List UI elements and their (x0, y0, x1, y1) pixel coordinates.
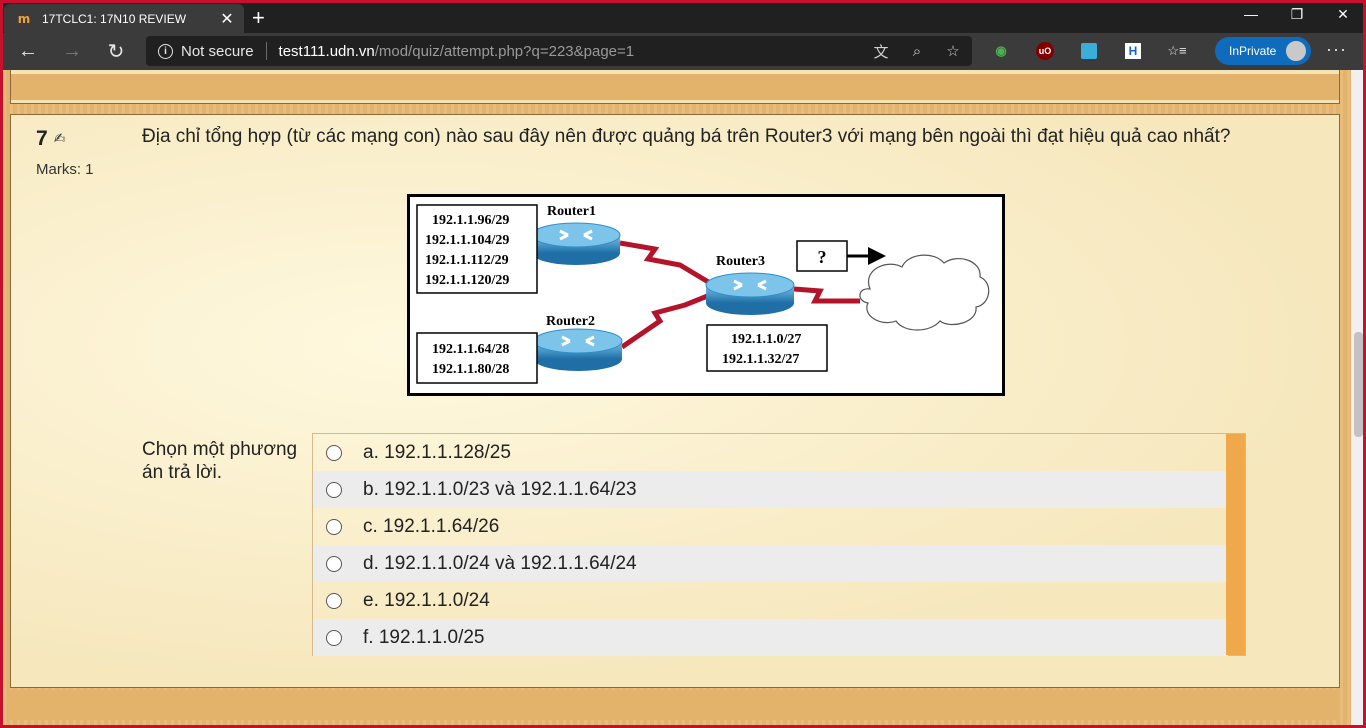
back-icon[interactable]: ← (6, 34, 50, 70)
answer-label[interactable]: a. 192.1.1.128/25 (363, 442, 511, 464)
extension-h-icon[interactable]: H (1118, 36, 1148, 66)
router1-net: 192.1.1.104/29 (425, 233, 509, 248)
url-path: /mod/quiz/attempt.php?q=223&page=1 (374, 42, 635, 60)
address-separator (265, 42, 267, 60)
browser-tab[interactable]: m 17TCLC1: 17N10 REVIEW ✕ (4, 4, 244, 33)
favorite-star-icon[interactable]: ☆ (942, 40, 964, 62)
answer-label[interactable]: f. 192.1.1.0/25 (363, 627, 485, 649)
router1-net: 192.1.1.112/29 (425, 253, 509, 268)
question-number-text: 7 (36, 127, 48, 150)
extension-map-icon[interactable] (1074, 36, 1104, 66)
previous-question-edge (10, 70, 1340, 104)
translate-icon[interactable]: 文 (870, 40, 892, 62)
answer-option-b[interactable]: b. 192.1.1.0/23 và 192.1.1.64/23 (313, 471, 1228, 508)
answer-label[interactable]: b. 192.1.1.0/23 và 192.1.1.64/23 (363, 479, 637, 501)
inprivate-button[interactable]: InPrivate (1215, 37, 1311, 65)
previous-question-footer (11, 74, 1339, 100)
tab-strip: m 17TCLC1: 17N10 REVIEW ✕ + — ❐ ✕ (0, 0, 1366, 33)
router3-icon (705, 272, 795, 315)
zoom-icon[interactable]: ⌕ (906, 40, 928, 62)
link-router2-router3 (620, 292, 711, 350)
forward-icon[interactable]: → (50, 34, 94, 70)
router3-label: Router3 (716, 254, 765, 269)
edit-flag-icon[interactable]: ✍ (54, 131, 66, 147)
address-bar-actions: 文 ⌕ ☆ (870, 40, 964, 62)
router1-label: Router1 (547, 204, 596, 219)
favorites-icon[interactable]: ☆≡ (1162, 36, 1192, 66)
tab-title: 17TCLC1: 17N10 REVIEW (42, 11, 187, 26)
router3-net: 192.1.1.0/27 (731, 332, 801, 347)
network-diagram: Router1 Router2 Router3 ? 192.1.1.96/29 … (407, 194, 1005, 396)
page-scrollbar[interactable] (1351, 70, 1366, 725)
page-content: 7 ✍ Marks: 1 Địa chỉ tổng hợp (từ các mạ… (3, 70, 1351, 725)
router1-net: 192.1.1.96/29 (432, 213, 509, 228)
answer-option-d[interactable]: d. 192.1.1.0/24 và 192.1.1.64/24 (313, 545, 1228, 582)
router1-icon (531, 222, 621, 265)
url-host: test111.udn.vn (278, 42, 375, 60)
moodle-favicon-icon: m (17, 11, 31, 26)
arrow-head-icon (868, 247, 886, 265)
answer-option-c[interactable]: c. 192.1.1.64/26 (313, 508, 1228, 545)
link-router1-router3 (619, 240, 712, 286)
radio-button[interactable] (326, 518, 342, 535)
minimize-icon[interactable]: — (1228, 0, 1274, 28)
link-router3-cloud (793, 286, 860, 304)
answer-option-e[interactable]: e. 192.1.1.0/24 (313, 582, 1228, 619)
window-close-icon[interactable]: ✕ (1320, 0, 1366, 28)
router2-net: 192.1.1.80/28 (432, 362, 509, 377)
inprivate-label: InPrivate (1229, 44, 1277, 58)
router2-net: 192.1.1.64/28 (432, 342, 509, 357)
scrollbar-thumb[interactable] (1354, 332, 1363, 437)
answer-prompt: Chọn một phương án trả lời. (142, 439, 298, 483)
answers-accent-bar (1226, 434, 1245, 655)
close-tab-icon[interactable]: ✕ (216, 9, 238, 29)
ublock-icon[interactable]: uO (1030, 36, 1060, 66)
address-bar[interactable]: i Not secure test111.udn.vn /mod/quiz/at… (146, 36, 972, 66)
new-tab-icon[interactable]: + (252, 5, 265, 31)
answer-option-f[interactable]: f. 192.1.1.0/25 (313, 619, 1228, 656)
refresh-icon[interactable]: ↻ (94, 34, 138, 70)
restore-icon[interactable]: ❐ (1274, 0, 1320, 28)
router3-net: 192.1.1.32/27 (722, 352, 799, 367)
avatar (1284, 39, 1308, 63)
answer-options: a. 192.1.1.128/25 b. 192.1.1.0/23 và 192… (312, 433, 1246, 656)
router2-icon (533, 328, 623, 371)
info-icon[interactable]: i (158, 43, 173, 59)
browser-toolbar: ← → ↻ i Not secure test111.udn.vn /mod/q… (0, 33, 1366, 70)
router2-label: Router2 (546, 314, 595, 329)
radio-button[interactable] (326, 555, 342, 572)
extensions: ◉ uO H ☆≡ (986, 36, 1192, 66)
answer-label[interactable]: d. 192.1.1.0/24 và 192.1.1.64/24 (363, 553, 637, 575)
answer-label[interactable]: c. 192.1.1.64/26 (363, 516, 499, 538)
question-marks: Marks: 1 (36, 161, 94, 178)
radio-button[interactable] (326, 481, 342, 498)
radio-button[interactable] (326, 592, 342, 609)
radio-button[interactable] (326, 629, 342, 646)
answer-option-a[interactable]: a. 192.1.1.128/25 (313, 434, 1228, 471)
window-controls: — ❐ ✕ (1228, 0, 1366, 30)
question-text: Địa chỉ tổng hợp (từ các mạng con) nào s… (142, 126, 1231, 147)
question-number: 7 ✍ (36, 127, 65, 151)
more-menu-icon[interactable]: ··· (1326, 39, 1347, 60)
next-question-edge (10, 690, 1340, 720)
network-diagram-svg: Router1 Router2 Router3 ? 192.1.1.96/29 … (416, 204, 990, 384)
unknown-label: ? (818, 247, 827, 267)
not-secure-label: Not secure (181, 42, 254, 60)
question-container: 7 ✍ Marks: 1 Địa chỉ tổng hợp (từ các mạ… (10, 114, 1340, 688)
internet-cloud-icon (859, 254, 990, 331)
answer-label[interactable]: e. 192.1.1.0/24 (363, 590, 490, 612)
extension-globe-icon[interactable]: ◉ (986, 36, 1016, 66)
router1-net: 192.1.1.120/29 (425, 273, 509, 288)
radio-button[interactable] (326, 444, 342, 461)
